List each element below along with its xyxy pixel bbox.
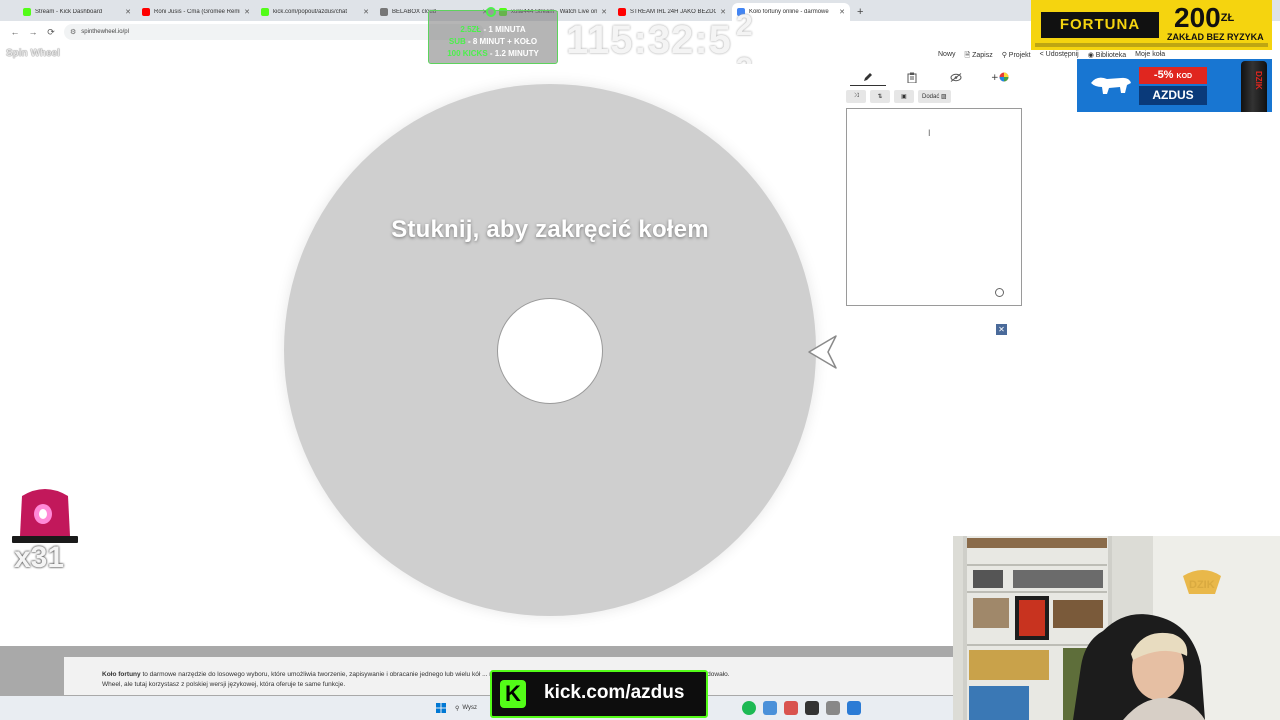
menu-share[interactable]: < Udostępnij [1040, 51, 1079, 62]
donate-line: 100 KICKS - 1.2 MINUTY [447, 49, 539, 58]
tab-title: kick.com/popout/azdus/chat [273, 9, 348, 15]
fortuna-fine-print [1035, 43, 1268, 47]
picture-icon: ▨ [941, 94, 947, 100]
footer-text-2: Wheel, ale tutaj korzystasz z polskiej w… [102, 681, 346, 688]
menu-new[interactable]: Nowy [938, 51, 956, 62]
bull-icon [1091, 77, 1131, 94]
donation-info-overlay: 2.5ZŁ - 1 MINUTA SUB - 8 MINUT + KOŁO 10… [428, 10, 558, 64]
site-logo[interactable]: Spin Wheel [6, 48, 60, 59]
webcam-feed: DZIK [953, 536, 1280, 720]
url-text: spinthewheel.io/pl [81, 29, 129, 35]
tab-close-icon[interactable]: ✕ [244, 8, 250, 16]
shuffle-button[interactable]: ⤨ [846, 90, 866, 103]
tab-favicon-icon [261, 8, 269, 16]
browser-tab[interactable]: Stream - Kick Dashboard ✕ [18, 3, 136, 21]
forward-icon[interactable]: → [24, 27, 42, 37]
tab-close-icon[interactable]: ✕ [839, 8, 845, 16]
windows-start-icon[interactable] [436, 703, 446, 713]
menu-project[interactable]: ⚲ Projekt [1002, 51, 1031, 62]
editor-toolbar: ⤨ ⇅ ▣ Dodać ▨ [846, 90, 951, 103]
new-tab-button[interactable]: + [851, 6, 869, 21]
clipboard-icon [907, 72, 917, 83]
text-cursor-icon: I [928, 128, 931, 138]
tab-results[interactable] [894, 68, 930, 86]
menu-save[interactable]: 🗎 Zapisz [965, 51, 993, 62]
kick-logo-icon: K [500, 680, 526, 708]
close-icon[interactable]: ✕ [996, 324, 1007, 335]
donate-line: SUB - 8 MINUT + KOŁO [448, 37, 538, 46]
timer-digit: 2 [736, 9, 753, 42]
tab-close-icon[interactable]: ✕ [125, 8, 131, 16]
reload-icon[interactable]: ⟳ [42, 27, 60, 38]
shuffle-icon: ⤨ [853, 93, 859, 99]
fortuna-logo: FORTUNA [1041, 12, 1159, 38]
wheel-pointer-icon [808, 335, 837, 369]
kick-url: kick.com/azdus [544, 682, 685, 703]
timer-digit: 3 [736, 54, 753, 64]
app-icon[interactable] [826, 701, 840, 715]
app-icon[interactable] [763, 701, 777, 715]
browser-tab[interactable]: Roni Jusis - Ćma (Gromee Remix) ✕ [137, 3, 255, 21]
app-icon[interactable] [847, 701, 861, 715]
discount-code: AZDUS [1139, 86, 1207, 105]
tab-close-icon[interactable]: ✕ [363, 8, 369, 16]
tab-title: Roni Jusis - Ćma (Gromee Remix) [154, 9, 241, 15]
tab-hidden[interactable] [938, 68, 974, 86]
coin-icon [486, 7, 496, 17]
add-entry-button[interactable]: Dodać ▨ [918, 90, 951, 103]
tab-favicon-icon [142, 8, 150, 16]
tab-favicon-icon [23, 8, 31, 16]
spin-prompt: Stuknij, aby zakręcić kołem [391, 216, 709, 243]
alert-counter: x31 [14, 541, 65, 574]
wheel-hub[interactable] [497, 298, 603, 404]
discount-badge: -5% KOD [1139, 67, 1207, 84]
footer-lead: Koło fortuny [102, 671, 141, 678]
dzik-wall-logo: DZIK [1189, 579, 1215, 591]
spotify-icon[interactable] [742, 701, 756, 715]
siren-icon [12, 489, 78, 543]
site-info-icon[interactable]: ⚙ [70, 28, 76, 36]
add-image-button[interactable]: ▣ [894, 90, 914, 103]
dzik-ad: -5% KOD AZDUS DZIK [1077, 59, 1272, 112]
sort-button[interactable]: ⇅ [870, 90, 890, 103]
subathon-timer: 115:32:5 [566, 18, 732, 62]
app-icon[interactable] [784, 701, 798, 715]
emoji-icon[interactable] [995, 288, 1004, 297]
editor-tabs: + [846, 68, 1022, 86]
tab-favicon-icon [380, 8, 388, 16]
search-icon: ⚲ [455, 705, 460, 712]
entries-textarea[interactable] [846, 108, 1022, 306]
fortuna-ad: FORTUNA 200ZŁ ZAKŁAD BEZ RYZYKA [1031, 0, 1272, 50]
taskbar-search[interactable]: ⚲ Wysz [455, 701, 495, 715]
fortuna-amount: 200ZŁ [1174, 2, 1235, 33]
screen: Stream - Kick Dashboard ✕ Roni Jusis - Ćma… [0, 0, 1280, 720]
back-icon[interactable]: ← [6, 27, 24, 37]
url-input[interactable]: ⚙ spinthewheel.io/pl [64, 24, 484, 40]
eye-off-icon [950, 72, 962, 82]
tab-title: Koło fortuny online - darmowe [749, 9, 829, 15]
donate-line: 2.5ZŁ - 1 MINUTA [460, 25, 526, 34]
tab-title: Stream - Kick Dashboard [35, 9, 103, 15]
image-icon: ▣ [901, 94, 907, 100]
tab-colors[interactable]: + [982, 68, 1018, 86]
sort-icon: ⇅ [877, 94, 883, 100]
svg-text:+: + [991, 73, 999, 82]
taskbar-apps [708, 701, 861, 715]
browser-tab[interactable]: kick.com/popout/azdus/chat ✕ [256, 3, 374, 21]
can-label: DZIK [1254, 71, 1263, 90]
terminal-icon[interactable] [805, 701, 819, 715]
pencil-icon [864, 72, 872, 81]
tab-entries[interactable] [850, 68, 886, 86]
fortuna-tagline: ZAKŁAD BEZ RYZYKA [1167, 32, 1264, 42]
add-color-icon: + [991, 72, 1009, 82]
